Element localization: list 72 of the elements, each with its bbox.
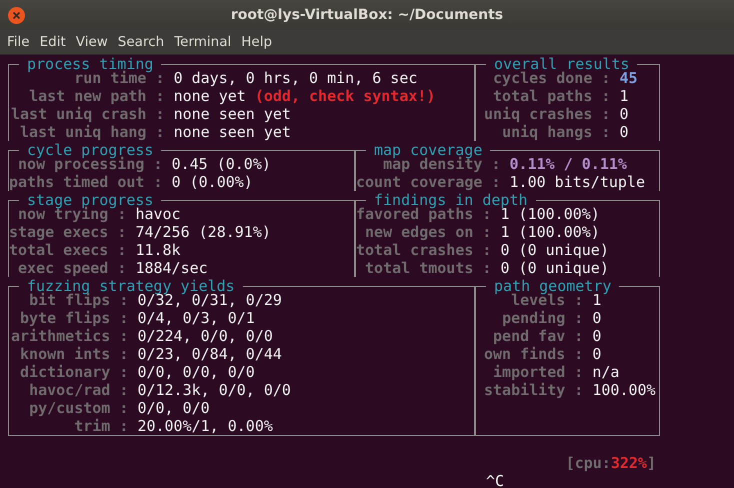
stat-value: 0/0, 0/0, 0/0 [137, 363, 255, 381]
stat-label: last uniq hang : [19, 123, 165, 141]
stat-label: last new path : [28, 87, 165, 105]
stat-value: 0 [592, 327, 602, 345]
stat-label: pend fav : [492, 327, 584, 345]
menu-item[interactable]: View [70, 34, 113, 50]
menu-item[interactable]: Edit [34, 34, 71, 50]
stat-value: 0 days, 0 hrs, 0 min, 6 sec [174, 69, 418, 87]
close-icon[interactable] [8, 7, 25, 24]
stat-value: 0/0, 0/0 [137, 399, 210, 417]
stat-value: 1884/sec [135, 259, 208, 277]
stat-label: havoc/rad : [28, 381, 128, 399]
menu-item[interactable]: Help [236, 34, 278, 50]
stat-value: 0 [592, 345, 602, 363]
stat-label: stability : [484, 381, 584, 399]
stat-label: own finds : [484, 345, 584, 363]
stat-label: known ints : [19, 345, 128, 363]
stat-value: 0 [619, 105, 628, 123]
stat-label: total execs : [9, 241, 126, 259]
stat-label: total paths : [492, 87, 610, 105]
stat-label: py/custom : [28, 399, 128, 417]
stat-value: 0/23, 0/84, 0/44 [137, 345, 282, 363]
warning-text: (odd, check syntax!) [254, 87, 436, 105]
stat-value: 100.00% [592, 381, 656, 399]
stat-value: 74/256 (28.91%) [135, 223, 271, 241]
stat-value: 1 [619, 87, 628, 105]
stat-label: count coverage : [356, 173, 500, 191]
stat-value: 0.11% / 0.11% [510, 155, 627, 173]
terminal-prompt: ^C [486, 472, 504, 488]
stat-value: 0 (0.00%) [172, 173, 253, 191]
menu-item[interactable]: File [2, 34, 35, 50]
stat-value: 0/4, 0/3, 0/1 [137, 309, 255, 327]
stat-value: none seen yet [174, 123, 291, 141]
menu-item[interactable]: Terminal [169, 34, 236, 50]
stat-label: dictionary : [19, 363, 128, 381]
stat-value: 1 (100.00%) [500, 223, 600, 241]
cpu-label: [cpu: [566, 454, 611, 472]
cpu-value: 322% [610, 454, 647, 472]
stat-label: pending : [501, 309, 584, 327]
stat-label: byte flips : [19, 309, 128, 327]
stat-label: paths timed out : [9, 173, 163, 191]
stat-value: none seen yet [174, 105, 291, 123]
cpu-bracket: ] [646, 454, 656, 472]
stat-label: last uniq crash : [11, 105, 165, 123]
panel-title: process timing [26, 55, 154, 73]
stat-label: imported : [492, 363, 584, 381]
panel-title: cycle progress [26, 141, 154, 159]
panel-title: map coverage [373, 141, 484, 159]
stat-label: new edges on : [364, 223, 492, 241]
stat-label: arithmetics : [11, 327, 128, 345]
stat-label: total tmouts : [364, 259, 492, 277]
stat-label: total crashes : [356, 241, 492, 259]
stat-value: 0/12.3k, 0/0, 0/0 [137, 381, 291, 399]
stat-value: n/a [592, 363, 620, 381]
stat-value: 0 (0 unique) [500, 241, 609, 259]
stat-label: uniq crashes : [484, 105, 610, 123]
stat-value: 0 (0 unique) [500, 259, 609, 277]
stat-value: 20.00%/1, 0.00% [137, 417, 273, 435]
stat-value: 11.8k [135, 241, 181, 259]
window-title: root@lys-VirtualBox: ~/Documents [230, 7, 504, 23]
stat-value: none yet [174, 87, 246, 105]
stat-value: 1.00 bits/tuple [510, 173, 645, 191]
stat-value: 0 [619, 123, 628, 141]
menu-item[interactable]: Search [112, 34, 170, 50]
stat-label: trim : [73, 417, 128, 435]
stat-label: uniq hangs : [501, 123, 610, 141]
stat-label: exec speed : [17, 259, 126, 277]
stat-value: 0.45 (0.0%) [172, 155, 271, 173]
panel-title: findings in depth [374, 191, 528, 209]
stat-value: 0/224, 0/0, 0/0 [137, 327, 273, 345]
stat-label: stage execs : [9, 223, 126, 241]
stat-value: 0 [592, 309, 602, 327]
